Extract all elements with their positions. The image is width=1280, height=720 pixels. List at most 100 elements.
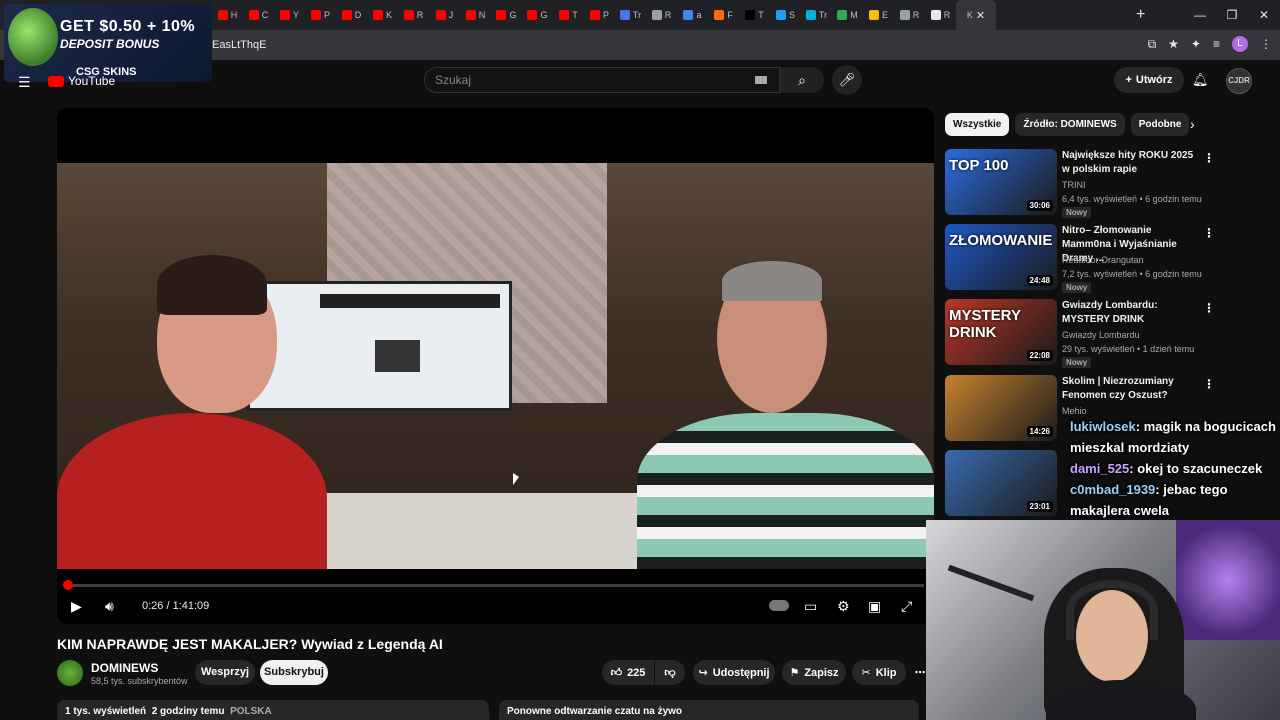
tab-favicon-icon — [745, 10, 756, 20]
voice-search-button[interactable]: 🎤︎ — [832, 65, 862, 95]
recommendation-item[interactable]: ZŁOMOWANIE 24:48 Nitro– Złomowanie Mamm0na… — [945, 224, 1265, 294]
chat-replay-box[interactable]: Ponowne odtwarzanie czatu na żywo — [499, 700, 919, 720]
browser-tab[interactable]: T — [739, 0, 770, 30]
search-button[interactable]: ⌕ — [780, 67, 824, 93]
chat-username: dami_525 — [1070, 461, 1130, 476]
browser-tab[interactable]: G — [491, 0, 522, 30]
browser-tab[interactable]: Tr — [801, 0, 832, 30]
browser-tab[interactable]: H — [212, 0, 243, 30]
search-input[interactable] — [435, 68, 735, 92]
channel-avatar-button[interactable]: CJDR — [1226, 68, 1252, 94]
close-tab-icon[interactable]: ✕ — [976, 9, 985, 22]
subtitles-icon[interactable]: ▭ — [804, 592, 817, 620]
browser-tab[interactable]: J — [429, 0, 460, 30]
browser-tab[interactable]: C — [243, 0, 274, 30]
more-vertical-icon[interactable]: ⋮ — [1203, 377, 1215, 391]
save-button[interactable]: ⚑ Zapisz — [782, 660, 846, 685]
channel-name[interactable]: DOMINEWS — [91, 661, 158, 675]
active-browser-tab[interactable]: K ✕ — [956, 0, 996, 30]
browser-tab[interactable]: Tr — [615, 0, 646, 30]
queue-icon[interactable]: ≡ — [1213, 37, 1220, 51]
settings-gear-icon[interactable]: ⚙ — [837, 592, 850, 620]
browser-tab[interactable]: K — [367, 0, 398, 30]
browser-tab[interactable]: F — [708, 0, 739, 30]
recommendation-thumbnail[interactable]: 23:01 — [945, 450, 1057, 516]
browser-tab[interactable]: S — [770, 0, 801, 30]
support-button[interactable]: Wesprzyj — [195, 660, 255, 685]
browser-tab[interactable]: G — [522, 0, 553, 30]
keyboard-icon[interactable] — [755, 76, 767, 84]
menu-icon[interactable]: ⋮ — [1260, 37, 1272, 51]
browser-tab[interactable]: R — [894, 0, 925, 30]
browser-tab[interactable]: R — [925, 0, 956, 30]
recommendation-channel[interactable]: Redaktor Orangutan — [1062, 255, 1144, 265]
recommendation-item[interactable]: MYSTERY DRINK 22:08 Gwiazdy Lombardu: MYST… — [945, 299, 1265, 369]
minimize-icon[interactable]: — — [1184, 0, 1216, 30]
volume-icon[interactable]: 🔊︎ — [105, 592, 114, 620]
url-text[interactable]: EasLtThqE — [212, 39, 266, 51]
recommendation-thumbnail[interactable]: 14:26 — [945, 375, 1057, 441]
chat-username: c0mbad_1939 — [1070, 482, 1156, 497]
video-frame[interactable] — [57, 163, 934, 569]
recommendation-thumbnail[interactable]: ZŁOMOWANIE 24:48 — [945, 224, 1057, 290]
browser-tab[interactable]: P — [584, 0, 615, 30]
create-button[interactable]: + Utwórz — [1114, 67, 1184, 93]
browser-tab[interactable]: N — [460, 0, 491, 30]
recommendation-title[interactable]: Największe hity ROKU 2025 w polskim rapi… — [1062, 149, 1197, 177]
browser-tab[interactable]: T — [553, 0, 584, 30]
recommendation-item[interactable]: TOP 100 30:06 Największe hity ROKU 2025 w … — [945, 149, 1265, 219]
play-icon[interactable]: ▶ — [71, 592, 82, 620]
like-button[interactable]: 👍︎ 225 — [602, 660, 654, 685]
browser-tab[interactable]: D — [336, 0, 367, 30]
recommendation-title[interactable]: Gwiazdy Lombardu: MYSTERY DRINK — [1062, 299, 1197, 327]
browser-tab[interactable]: M — [832, 0, 863, 30]
more-vertical-icon[interactable]: ⋮ — [1203, 151, 1215, 165]
new-tab-button[interactable]: + — [1136, 6, 1145, 24]
fullscreen-icon[interactable]: ⤢ — [901, 592, 912, 620]
recommendation-channel[interactable]: Gwiazdy Lombardu — [1062, 330, 1140, 340]
recommendation-thumbnail[interactable]: TOP 100 30:06 — [945, 149, 1057, 215]
filter-chip[interactable]: Podobne — [1130, 113, 1190, 136]
dislike-button[interactable]: 👎︎ — [655, 660, 685, 685]
youtube-logo[interactable]: YouTube — [48, 74, 115, 88]
cast-icon[interactable]: ⧉ — [1148, 37, 1157, 52]
more-vertical-icon[interactable]: ⋮ — [1203, 226, 1215, 240]
video-duration: 24:48 — [1026, 275, 1053, 286]
close-window-icon[interactable]: ✕ — [1248, 0, 1280, 30]
thumbnail-text: TOP 100 — [949, 157, 1009, 174]
more-vertical-icon[interactable]: ⋮ — [1203, 301, 1215, 315]
browser-tab[interactable]: P — [305, 0, 336, 30]
progress-scrubber[interactable] — [63, 580, 73, 590]
recommendation-channel[interactable]: Mehio — [1062, 406, 1087, 416]
clip-button[interactable]: ✂ Klip — [852, 660, 906, 685]
autoplay-toggle[interactable] — [769, 600, 789, 611]
restore-icon[interactable]: ❐ — [1216, 0, 1248, 30]
recommendation-title[interactable]: Skolim | Niezrozumiany Fenomen czy Oszus… — [1062, 375, 1197, 403]
share-button[interactable]: ↪ Udostępnij — [693, 660, 775, 685]
video-player[interactable]: ▶ 🔊︎ 0:26 / 1:41:09 ▭ ⚙ ▣ ⤢ — [57, 108, 934, 624]
filter-chip[interactable]: Źródło: DOMINEWS — [1015, 113, 1125, 136]
profile-avatar[interactable]: L — [1232, 36, 1248, 52]
browser-tab[interactable]: R — [646, 0, 677, 30]
description-box[interactable]: 1 tys. wyświetleń 2 godziny temu POLSKA — [57, 700, 489, 720]
save-label: Zapisz — [804, 666, 839, 679]
progress-bar[interactable] — [67, 584, 924, 587]
filter-chip[interactable]: Wszystkie — [945, 113, 1010, 136]
bookmark-star-icon[interactable]: ★ — [1168, 37, 1179, 51]
country-tag[interactable]: POLSKA — [230, 706, 272, 717]
extensions-icon[interactable]: ✦ — [1191, 37, 1201, 51]
browser-tab[interactable]: R — [398, 0, 429, 30]
hamburger-menu-icon[interactable]: ☰ — [18, 74, 31, 91]
subscribe-button[interactable]: Subskrybuj — [260, 660, 328, 685]
miniplayer-icon[interactable]: ▣ — [868, 592, 881, 620]
browser-tab[interactable]: a — [677, 0, 708, 30]
recommendation-thumbnail[interactable]: MYSTERY DRINK 22:08 — [945, 299, 1057, 365]
chevron-right-icon[interactable]: › — [1190, 116, 1195, 132]
browser-tab[interactable]: Y — [274, 0, 305, 30]
tab-label: a — [696, 10, 702, 20]
recommendation-channel[interactable]: TRINI — [1062, 180, 1086, 190]
browser-tab[interactable]: E — [863, 0, 894, 30]
channel-avatar[interactable] — [57, 660, 83, 686]
tab-favicon-icon — [837, 10, 848, 20]
notifications-bell-icon[interactable]: 🔔︎ — [1192, 72, 1209, 88]
